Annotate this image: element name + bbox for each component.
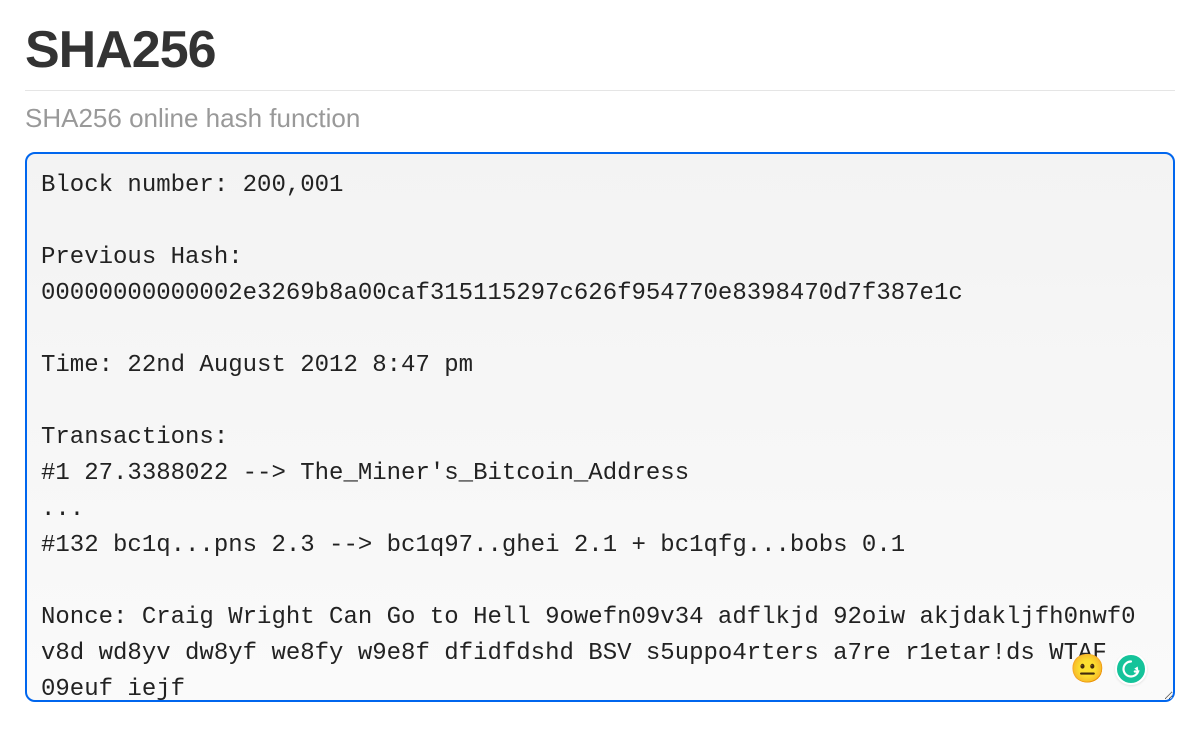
tone-emoji-icon[interactable]: 😐 [1070, 655, 1105, 683]
page-title: SHA256 [25, 20, 1175, 80]
grammarly-icon[interactable] [1115, 653, 1147, 685]
page-subtitle: SHA256 online hash function [25, 103, 1175, 134]
grammarly-g-icon [1121, 659, 1141, 679]
hash-input[interactable] [25, 152, 1175, 702]
title-divider [25, 90, 1175, 91]
input-container: 😐 [25, 152, 1175, 707]
overlay-icons: 😐 [1070, 653, 1147, 685]
